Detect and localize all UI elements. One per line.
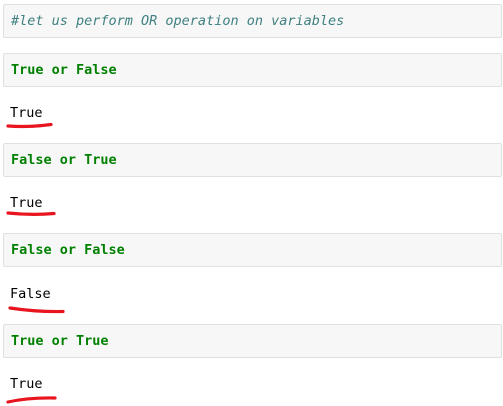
code-cell-4[interactable]: True or True (3, 324, 502, 358)
output-4: True (10, 376, 43, 392)
code-cell-1[interactable]: True or False (3, 53, 502, 87)
code-cell-3[interactable]: False or False (3, 233, 502, 267)
code-expression: True or True (11, 333, 109, 349)
notebook: #let us perform OR operation on variable… (0, 0, 503, 406)
code-expression: False or True (11, 152, 117, 168)
comment-text: #let us perform OR operation on variable… (11, 13, 345, 29)
code-cell-2[interactable]: False or True (3, 143, 502, 177)
red-underline-mark (6, 122, 53, 129)
red-underline-mark (6, 211, 56, 216)
code-expression: True or False (11, 62, 117, 78)
red-underline-mark (8, 306, 65, 314)
comment-code-cell[interactable]: #let us perform OR operation on variable… (3, 4, 502, 38)
code-expression: False or False (11, 242, 125, 258)
red-underline-mark (6, 396, 57, 404)
output-3: False (10, 286, 51, 302)
